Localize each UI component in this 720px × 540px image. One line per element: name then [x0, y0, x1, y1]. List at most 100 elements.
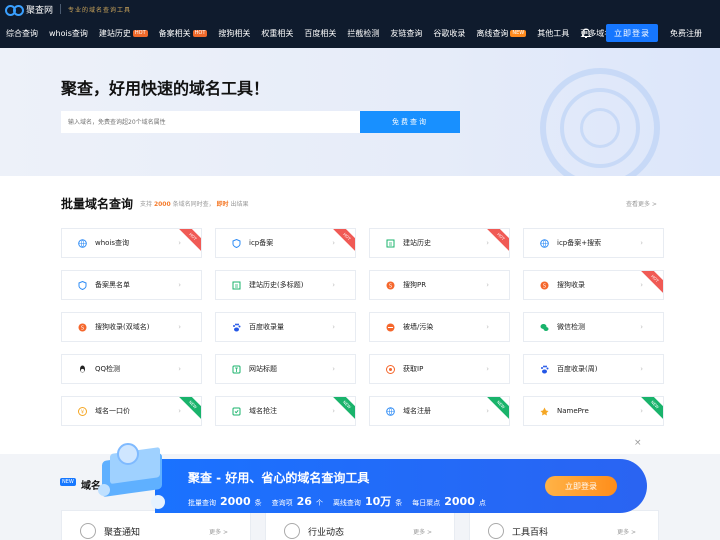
banner-stat: 查询项 26 个	[272, 495, 323, 508]
nav-item[interactable]: 友链查询	[390, 28, 422, 39]
nav-item-label: 备案相关	[158, 28, 191, 38]
chevron-right-icon: ›	[332, 239, 335, 247]
stat-label: 每日聚点	[412, 499, 441, 507]
section-title: 批量域名查询	[61, 197, 134, 211]
tool-card[interactable]: S 搜狗收录(双域名) ›	[61, 312, 202, 342]
tool-card[interactable]: 被墙/污染 ›	[369, 312, 510, 342]
nav-item[interactable]: 搜狗相关	[218, 28, 250, 39]
nav-item-label: 谷歌收录	[433, 28, 466, 38]
stat-unit: 条	[395, 499, 403, 507]
tool-card[interactable]: 域名抢注 › NEW	[215, 396, 356, 426]
chevron-right-icon: ›	[178, 239, 181, 247]
brand-slogan: 专业的域名查询工具	[68, 6, 132, 14]
tool-label: 搜狗收录(双域名)	[95, 323, 150, 331]
tool-card[interactable]: 备案黑名单 ›	[61, 270, 202, 300]
svg-text:S: S	[543, 283, 546, 289]
bottom-card-more[interactable]: 更多 >	[413, 527, 432, 536]
tool-card[interactable]: 网站标题 ›	[215, 354, 356, 384]
bottom-card[interactable]: 行业动态 更多 >	[265, 510, 455, 540]
nav-item[interactable]: whois查询	[49, 28, 88, 39]
subtitle-text: 出结果	[230, 201, 249, 208]
tool-card[interactable]: S 搜狗PR ›	[369, 270, 510, 300]
logo[interactable]: 聚查网 专业的域名查询工具	[5, 3, 131, 16]
tool-card[interactable]: NamePre › NEW	[523, 396, 664, 426]
chevron-right-icon: ›	[332, 407, 335, 415]
search-bar: 免费查询	[61, 111, 460, 133]
tool-label: 被墙/污染	[403, 323, 434, 331]
bottom-card[interactable]: 工具百科 更多 >	[469, 510, 659, 540]
tool-label: 百度收录量	[249, 323, 284, 331]
stat-label: 离线查询	[332, 499, 361, 507]
tool-label: 域名注册	[403, 407, 431, 415]
nav-item[interactable]: 综合查询	[6, 28, 38, 39]
chevron-right-icon: ›	[486, 281, 489, 289]
nav-item[interactable]: 备案相关 HOT	[159, 28, 208, 39]
bottom-card-title: 行业动态	[308, 528, 345, 538]
tool-card[interactable]: QQ检测 ›	[61, 354, 202, 384]
hero-title: 聚查，好用快速的域名工具！	[61, 79, 270, 98]
svg-text:S: S	[389, 283, 392, 289]
register-link[interactable]: 免费注册	[670, 28, 702, 39]
tool-card[interactable]: S 搜狗收录 › HOT	[523, 270, 664, 300]
nav-item[interactable]: 权重相关	[261, 28, 293, 39]
nav-item[interactable]: 谷歌收录	[433, 28, 465, 39]
tool-label: 搜狗收录	[557, 281, 585, 289]
tool-card[interactable]: ¥ 域名一口价 › NEW	[61, 396, 202, 426]
banner-login-button[interactable]: 立即登录	[545, 476, 617, 496]
tool-label: 备案黑名单	[95, 281, 130, 289]
corner-badge: HOT	[331, 229, 355, 252]
nav-item[interactable]: 其他工具	[537, 28, 569, 39]
chevron-right-icon: ›	[640, 281, 643, 289]
chevron-right-icon: ›	[178, 323, 181, 331]
stat-unit: 点	[478, 499, 486, 507]
bottom-card-more[interactable]: 更多 >	[209, 527, 228, 536]
chevron-right-icon: ›	[178, 365, 181, 373]
bell-icon[interactable]	[578, 18, 594, 48]
nav-item-label: 友链查询	[390, 28, 423, 38]
tool-card[interactable]: 建站历史(多标题) ›	[215, 270, 356, 300]
globe-icon	[386, 406, 395, 416]
nav-item[interactable]: 离线查询 NEW	[476, 28, 527, 39]
domain-search-input[interactable]	[61, 111, 360, 133]
hero: 聚查，好用快速的域名工具！ 免费查询	[0, 48, 720, 176]
banner-stat: 每日聚点 2000 点	[412, 495, 486, 508]
nav-items: 综合查询 whois查询 建站历史 HOT 备案相关 HOT 搜狗相关 权重相关 百度相关 拦截检…	[6, 28, 639, 39]
nav-item-label: 百度相关	[304, 28, 337, 38]
notice-icon	[80, 523, 96, 539]
top-bar: 聚查网 专业的域名查询工具	[0, 0, 720, 18]
chevron-right-icon: ›	[640, 407, 643, 415]
tool-card[interactable]: 百度收录(周) ›	[523, 354, 664, 384]
corner-badge: NEW	[331, 397, 355, 420]
section-subtitle: 支持 2000 条域名同时查， 即时 出结果	[140, 199, 248, 208]
decor-ring	[580, 108, 620, 148]
divider	[60, 4, 62, 14]
search-button[interactable]: 免费查询	[360, 111, 460, 133]
nav-item[interactable]: 百度相关	[304, 28, 336, 39]
tool-card[interactable]: 微信检测 ›	[523, 312, 664, 342]
login-button[interactable]: 立即登录	[606, 24, 658, 42]
tool-card[interactable]: 百度收录量 ›	[215, 312, 356, 342]
stat-value: 10万	[364, 495, 392, 508]
sogou-icon: S	[78, 323, 87, 332]
tool-card[interactable]: icp备案 › HOT	[215, 228, 356, 258]
svg-text:S: S	[81, 325, 84, 331]
tool-card[interactable]: icp备案+搜索 ›	[523, 228, 664, 258]
bottom-card-more[interactable]: 更多 >	[617, 527, 636, 536]
sogou-icon: S	[540, 281, 549, 290]
tool-card[interactable]: 获取IP ›	[369, 354, 510, 384]
stat-unit: 条	[254, 499, 262, 507]
history-icon	[232, 281, 241, 290]
chevron-right-icon: ›	[332, 323, 335, 331]
globe-icon	[540, 238, 549, 248]
nav-item[interactable]: 建站历史 HOT	[99, 28, 148, 39]
tool-card[interactable]: 建站历史 › HOT	[369, 228, 510, 258]
wall-icon	[386, 323, 395, 332]
tool-card[interactable]: 域名注册 › NEW	[369, 396, 510, 426]
view-more-link[interactable]: 查看更多 >	[626, 199, 657, 208]
tool-label: 建站历史	[403, 239, 431, 247]
namepre-icon	[540, 407, 549, 416]
banner-close-icon[interactable]: ×	[634, 438, 642, 448]
baidu-icon	[540, 365, 549, 374]
tool-card[interactable]: whois查询 › HOT	[61, 228, 202, 258]
nav-item[interactable]: 拦截检测	[347, 28, 379, 39]
